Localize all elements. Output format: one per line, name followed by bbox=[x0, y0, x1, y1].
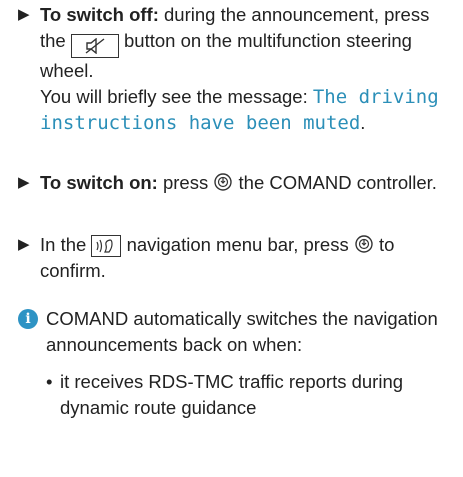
step-text: In the navigation menu bar, press to con… bbox=[40, 232, 458, 284]
step-arrow-icon: ▶ bbox=[18, 174, 30, 191]
info-note: i COMAND automatically switches the navi… bbox=[18, 306, 458, 358]
list-item-text: it receives RDS-TMC traffic reports duri… bbox=[60, 371, 404, 418]
message-intro: You will briefly see the message: bbox=[40, 86, 313, 107]
step-body-cont: the COMAND controller. bbox=[233, 172, 437, 193]
step-body-mid: navigation menu bar, press bbox=[121, 234, 354, 255]
step-switch-off: ▶ To switch off: during the announcement… bbox=[18, 2, 458, 136]
step-body: press bbox=[157, 172, 214, 193]
step-body: In the bbox=[40, 234, 92, 255]
step-arrow-icon: ▶ bbox=[18, 236, 30, 253]
bullet-dot-icon: • bbox=[46, 371, 53, 392]
list-item: • it receives RDS-TMC traffic reports du… bbox=[46, 369, 456, 421]
mute-speaker-icon bbox=[70, 34, 119, 58]
info-icon: i bbox=[18, 309, 38, 329]
message-end: . bbox=[360, 112, 366, 133]
step-text: To switch off: during the announcement, … bbox=[40, 2, 458, 136]
note-text: COMAND automatically switches the naviga… bbox=[46, 308, 438, 355]
step-switch-on: ▶ To switch on: press the COMAND control… bbox=[18, 170, 458, 196]
step-title: To switch on: bbox=[40, 172, 158, 193]
step-title: To switch off: bbox=[40, 4, 159, 25]
step-arrow-icon: ▶ bbox=[18, 6, 30, 23]
step-confirm: ▶ In the navigation menu bar, press to c… bbox=[18, 232, 458, 284]
step-text: To switch on: press the COMAND controlle… bbox=[40, 170, 458, 196]
manual-page: ▶ To switch off: during the announcement… bbox=[0, 0, 463, 477]
controller-press-icon bbox=[213, 172, 233, 192]
navigation-announcement-icon bbox=[91, 235, 122, 257]
controller-press-icon bbox=[354, 234, 374, 254]
